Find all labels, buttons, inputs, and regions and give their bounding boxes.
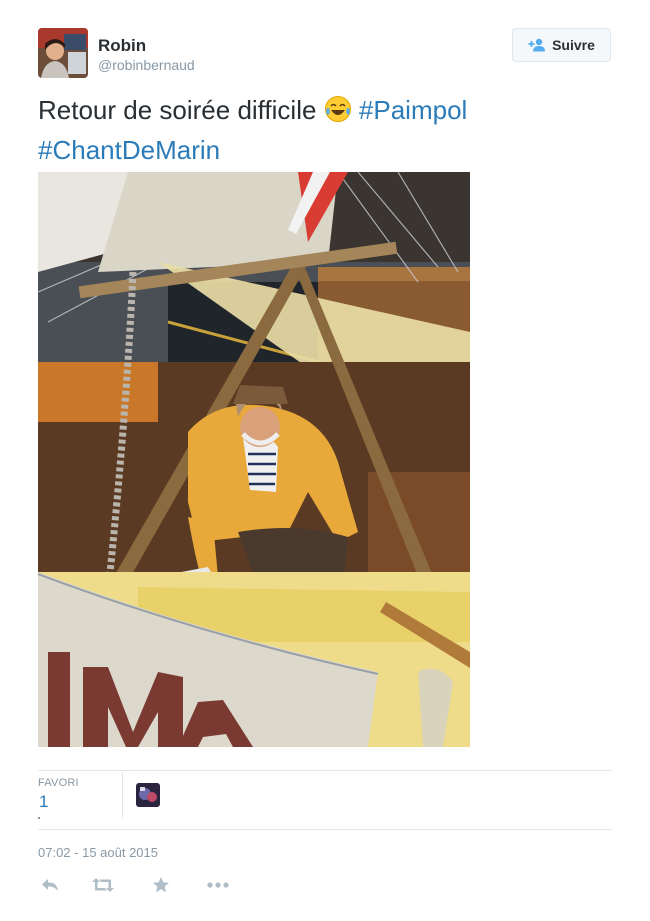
stats-dot <box>38 817 40 819</box>
tweet-photo[interactable] <box>38 172 470 747</box>
tweet-timestamp[interactable]: 07:02 - 15 août 2015 <box>38 845 158 860</box>
reply-button[interactable] <box>37 874 63 896</box>
hashtag-paimpol[interactable]: #Paimpol <box>359 95 467 125</box>
favorites-count[interactable]: 1 <box>39 792 48 812</box>
more-icon <box>207 882 229 888</box>
retweet-icon <box>92 878 114 892</box>
tweet-body: Retour de soirée difficile <box>38 95 317 125</box>
stats-separator <box>122 772 123 818</box>
favoriter-avatar[interactable] <box>136 783 160 807</box>
hashtag-chantdemarin[interactable]: #ChantDeMarin <box>38 135 220 165</box>
more-button[interactable] <box>205 874 231 896</box>
favorites-label: FAVORI <box>38 777 79 789</box>
reply-icon <box>42 879 58 891</box>
favorite-icon <box>153 877 169 893</box>
user-handle[interactable]: @robinbernaud <box>98 57 195 73</box>
stats-bottom-divider <box>38 829 612 830</box>
follow-button[interactable]: Suivre <box>512 28 611 62</box>
follow-label: Suivre <box>552 37 595 53</box>
tweet-text: Retour de soirée difficile #Paimpol #Cha… <box>38 92 598 168</box>
user-avatar[interactable] <box>38 28 88 78</box>
tears-of-joy-emoji-icon <box>324 95 352 132</box>
favorite-button[interactable] <box>148 874 174 896</box>
stats-top-divider <box>38 770 612 771</box>
retweet-button[interactable] <box>90 874 116 896</box>
add-user-icon <box>528 38 546 52</box>
user-name[interactable]: Robin <box>98 36 146 56</box>
